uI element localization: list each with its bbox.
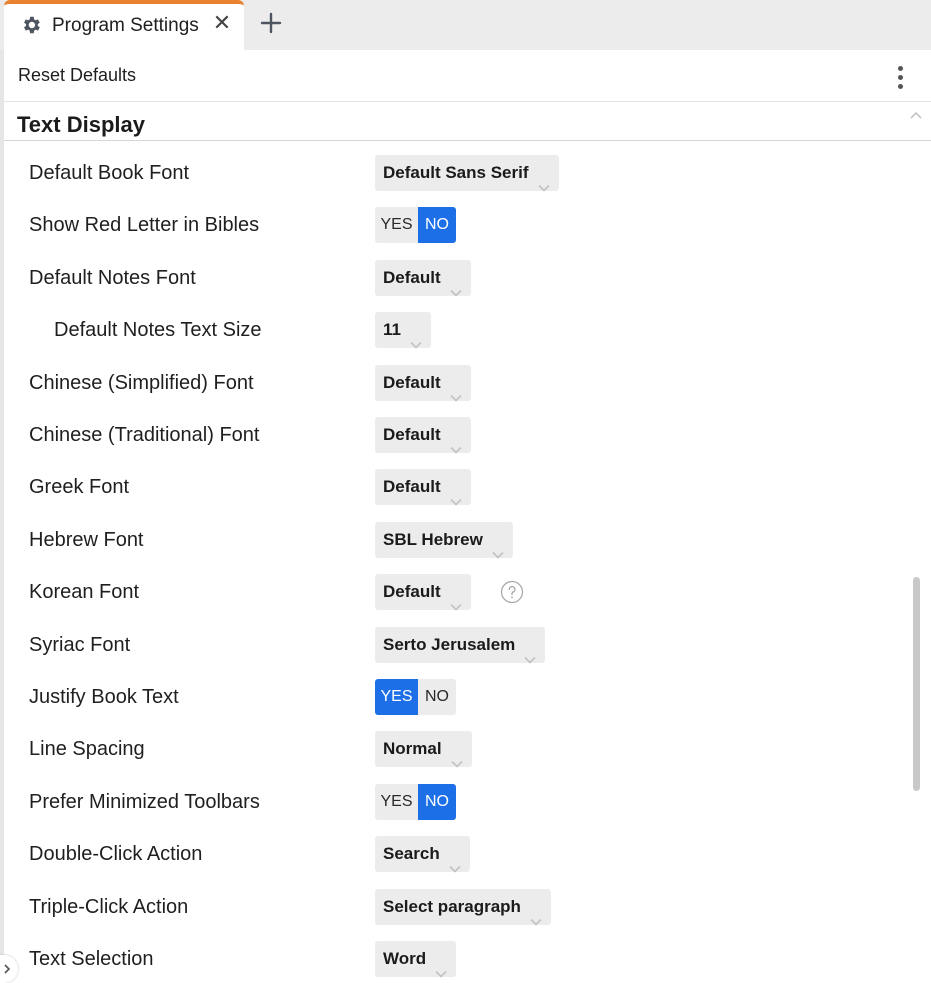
setting-label: Chinese (Simplified) Font: [29, 371, 254, 394]
setting-dropdown[interactable]: Default: [375, 574, 471, 611]
dropdown-value: Default Sans Serif: [383, 163, 529, 182]
setting-label: Korean Font: [29, 581, 140, 604]
setting-label: Justify Book Text: [29, 686, 179, 708]
setting-row: Default Notes Font Default: [4, 258, 904, 298]
setting-row: Show Red Letter in Bibles YES NO: [4, 205, 904, 245]
setting-label: Default Book Font: [29, 162, 190, 184]
chevron-down-icon: [450, 379, 462, 402]
chevron-down-icon: [449, 850, 461, 873]
setting-dropdown[interactable]: Word: [375, 941, 457, 978]
chevron-up-icon[interactable]: [908, 109, 924, 121]
dropdown-value: Select paragraph: [383, 896, 521, 916]
dropdown-value: 11: [383, 320, 401, 340]
setting-dropdown[interactable]: Select paragraph: [375, 888, 551, 926]
question-circle-icon[interactable]: [500, 580, 524, 604]
scrollbar-thumb[interactable]: [913, 577, 920, 791]
chevron-right-icon: [4, 964, 11, 974]
close-icon[interactable]: ✕: [212, 12, 232, 34]
setting-row: Triple-Click Action Select paragraph: [4, 887, 904, 927]
dropdown-value: Default: [383, 477, 441, 497]
setting-row: Greek Font Default: [4, 467, 904, 507]
toggle-no-button[interactable]: NO: [418, 207, 456, 244]
setting-label: Hebrew Font: [29, 528, 144, 551]
yes-no-toggle: YES NO: [375, 679, 456, 715]
setting-label: Default Notes Text Size: [54, 319, 262, 342]
setting-dropdown[interactable]: Search: [375, 836, 470, 873]
setting-dropdown[interactable]: Default: [375, 259, 471, 297]
kebab-menu-icon[interactable]: [892, 64, 908, 90]
settings-panel: Reset Defaults Text Display Default Book…: [4, 50, 931, 983]
setting-dropdown[interactable]: Normal: [375, 731, 472, 769]
setting-row: Korean Font Default: [4, 572, 904, 612]
tab-title: Program Settings: [52, 15, 199, 36]
toolbar: Reset Defaults: [4, 50, 931, 102]
setting-dropdown[interactable]: Default: [375, 469, 471, 507]
setting-row: Line Spacing Normal: [4, 729, 904, 769]
setting-dropdown[interactable]: 11: [375, 312, 431, 349]
chevron-down-icon: [410, 326, 422, 349]
dropdown-value: Serto Jerusalem: [383, 634, 516, 654]
setting-label: Double-Click Action: [29, 843, 203, 866]
setting-row: Prefer Minimized Toolbars YES NO: [4, 782, 904, 822]
toggle-yes-button[interactable]: YES: [375, 783, 418, 820]
setting-row: Hebrew Font SBL Hebrew: [4, 520, 904, 560]
tab-strip: Program Settings ✕: [0, 0, 931, 52]
section-title: Text Display: [17, 112, 145, 137]
chevron-down-icon: [450, 483, 462, 507]
setting-label: Line Spacing: [29, 738, 145, 761]
toggle-yes-button[interactable]: YES: [375, 207, 418, 244]
chevron-down-icon: [451, 745, 463, 769]
chevron-down-icon: [524, 641, 536, 664]
dropdown-value: Default: [383, 425, 441, 444]
setting-label: Prefer Minimized Toolbars: [29, 790, 260, 813]
toggle-yes-button[interactable]: YES: [375, 679, 418, 715]
yes-no-toggle: YES NO: [375, 207, 456, 244]
setting-dropdown[interactable]: Default Sans Serif: [375, 155, 559, 192]
setting-row: Default Book Font Default Sans Serif: [4, 153, 904, 193]
setting-dropdown[interactable]: Default: [375, 417, 471, 454]
chevron-down-icon: [537, 169, 550, 192]
setting-label: Chinese (Traditional) Font: [29, 424, 260, 446]
dropdown-value: SBL Hebrew: [383, 529, 483, 549]
setting-row: Chinese (Simplified) Font Default: [4, 363, 904, 403]
setting-label: Text Selection: [29, 948, 154, 970]
chevron-down-icon: [530, 903, 542, 926]
chevron-down-icon: [450, 274, 462, 297]
setting-dropdown[interactable]: Serto Jerusalem: [375, 626, 546, 664]
dropdown-value: Normal: [383, 739, 442, 759]
chevron-down-icon: [492, 536, 504, 559]
gear-icon: [24, 16, 40, 34]
section-header[interactable]: Text Display: [4, 103, 931, 141]
dropdown-value: Default: [383, 267, 441, 287]
setting-row: Default Notes Text Size 11: [4, 310, 904, 350]
dropdown-value: Search: [383, 844, 440, 864]
setting-label: Triple-Click Action: [29, 895, 189, 918]
setting-dropdown[interactable]: Default: [375, 364, 471, 402]
chevron-down-icon: [435, 955, 447, 978]
setting-label: Show Red Letter in Bibles: [29, 214, 260, 237]
setting-label: Default Notes Font: [29, 266, 196, 289]
dropdown-value: Default: [383, 582, 441, 602]
chevron-down-icon: [450, 431, 462, 454]
setting-row: Double-Click Action Search: [4, 834, 904, 874]
dropdown-value: Default: [383, 372, 441, 392]
dropdown-value: Word: [383, 949, 427, 968]
setting-label: Syriac Font: [29, 633, 131, 656]
reset-defaults-button[interactable]: Reset Defaults: [18, 65, 136, 86]
plus-icon[interactable]: [259, 11, 283, 35]
setting-row: Justify Book Text YES NO: [4, 677, 904, 717]
setting-row: Text Selection Word: [4, 939, 904, 979]
setting-label: Greek Font: [29, 476, 130, 499]
yes-no-toggle: YES NO: [375, 783, 456, 820]
setting-row: Chinese (Traditional) Font Default: [4, 415, 904, 455]
setting-row: Syriac Font Serto Jerusalem: [4, 625, 904, 665]
toggle-no-button[interactable]: NO: [418, 783, 456, 820]
toggle-no-button[interactable]: NO: [418, 679, 456, 715]
chevron-down-icon: [450, 588, 462, 611]
tab-program-settings[interactable]: Program Settings ✕: [4, 0, 244, 52]
setting-dropdown[interactable]: SBL Hebrew: [375, 521, 513, 559]
